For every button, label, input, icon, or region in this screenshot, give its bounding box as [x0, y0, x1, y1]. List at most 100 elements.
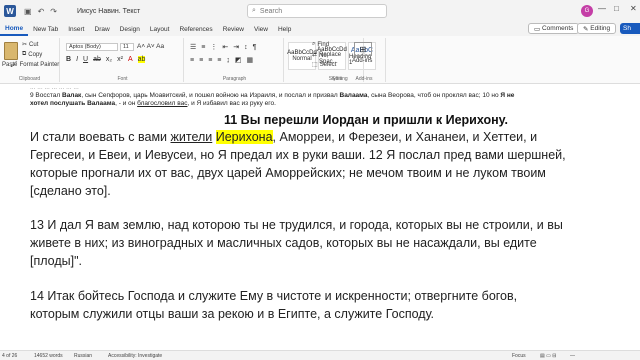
borders-icon[interactable]: ▦ — [247, 56, 254, 64]
ribbon: Paste ✂ Cut ⧉ Copy 🖌 Format Painter Clipboa… — [0, 36, 640, 84]
paragraph-1-line-3: которые прогнали их от вас, двух царей А… — [30, 166, 546, 180]
search-placeholder: Search — [259, 7, 283, 15]
save-icon[interactable]: ▣ — [24, 7, 32, 16]
font-size-buttons[interactable]: A˄ A˅ Aa — [137, 43, 164, 50]
addins-group: ⊞ Add-ins Add-ins — [346, 38, 382, 82]
justify-icon[interactable]: ≡ — [217, 57, 221, 64]
superscript-icon[interactable]: x² — [117, 56, 123, 63]
paragraph-3-line-2: которым служили отцы ваши за рекою и в Е… — [30, 307, 435, 321]
tab-draw[interactable]: Draw — [90, 22, 115, 36]
align-right-icon[interactable]: ≡ — [208, 57, 212, 64]
undo-icon[interactable]: ↶ — [38, 7, 45, 16]
align-left-icon[interactable]: ≡ — [190, 57, 194, 64]
line-spacing-icon[interactable]: ↨ — [226, 57, 230, 64]
font-label: Font — [117, 76, 128, 82]
indent-decrease-icon[interactable]: ⇤ — [222, 43, 228, 51]
indent-increase-icon[interactable]: ⇥ — [233, 43, 239, 51]
copy-button[interactable]: ⧉ Copy — [22, 51, 42, 58]
subscript-icon[interactable]: x₂ — [106, 56, 112, 63]
strikethrough-icon[interactable]: ab — [93, 56, 101, 63]
tab-new[interactable]: New Tab — [28, 22, 63, 36]
shading-icon[interactable]: ◩ — [235, 56, 242, 64]
brush-icon: 🖌 — [10, 62, 18, 68]
accessibility-status[interactable]: Accessibility: Investigate — [108, 353, 162, 359]
view-mode-icons[interactable]: ▤ ▭ ⊟ — [540, 353, 556, 359]
paragraph-group: ☰ ≡ ⋮ ⇤ ⇥ ↕ ¶ ≡ ≡ ≡ ≡ ↨ ◩ ▦ Paragraph — [186, 38, 284, 82]
tab-review[interactable]: Review — [218, 22, 249, 36]
addins-button[interactable]: Add-ins — [352, 58, 372, 64]
verse-9-line-1: 9 Восстал Валак, сын Сепфоров, царь Моав… — [30, 92, 515, 99]
font-size-select[interactable]: 11 — [120, 43, 134, 51]
verse-11-heading: 11 Вы перешли Иордан и пришли к Иерихону… — [224, 113, 509, 127]
focus-button[interactable]: Focus — [512, 353, 526, 359]
tab-help[interactable]: Help — [273, 22, 296, 36]
paragraph-2-line-2: живете в них; из виноградных и масличных… — [30, 236, 537, 250]
redo-icon[interactable]: ↷ — [50, 7, 57, 16]
copy-icon: ⧉ — [22, 51, 27, 57]
avatar[interactable]: G — [581, 5, 593, 17]
zoom-slider[interactable]: — — [570, 353, 575, 359]
document-area[interactable]: ... ... ... ... ... ... ... 9 Восстал Ва… — [0, 84, 640, 350]
font-name-select[interactable]: Aptos (Body) — [66, 43, 118, 51]
close-button[interactable]: ✕ — [630, 4, 637, 13]
quick-access-toolbar: ▣ ↶ ↷ — [24, 7, 57, 16]
paragraph-3-line-1: 14 Итак бойтесь Господа и служите Ему в … — [30, 289, 518, 303]
search-input[interactable]: ⌕ Search — [247, 4, 387, 18]
pencil-icon: ✎ — [583, 25, 591, 33]
multilevel-icon[interactable]: ⋮ — [210, 43, 217, 51]
highlight-icon[interactable]: ab — [137, 56, 146, 63]
sort-icon[interactable]: ↕ — [244, 44, 248, 51]
editing-mode-button[interactable]: ✎ Editing — [577, 23, 617, 34]
align-buttons: ≡ ≡ ≡ ≡ ↨ ◩ ▦ — [190, 56, 254, 65]
share-button[interactable]: Sh — [620, 23, 640, 34]
select-icon: ⬚ — [312, 62, 318, 68]
replace-button[interactable]: ⇄ Replace — [312, 51, 341, 59]
tab-home[interactable]: Home — [0, 22, 29, 36]
font-format-buttons: B I U ab x₂ x² A ab — [66, 56, 146, 63]
tab-insert[interactable]: Insert — [63, 22, 89, 36]
cut-button[interactable]: ✂ Cut — [22, 41, 38, 49]
verse-9-line-2: хотел послушать Валаама, - и он благосло… — [30, 100, 276, 107]
paragraph-2-line-1: 13 И дал Я вам землю, над которою ты не … — [30, 218, 563, 232]
bold-icon[interactable]: B — [66, 56, 71, 63]
ribbon-tabs: Home New Tab Insert Draw Design Layout R… — [0, 22, 640, 36]
paragraph-label: Paragraph — [222, 76, 247, 82]
find-button[interactable]: ⌕ Find — [312, 41, 329, 48]
clipboard-group: Paste ✂ Cut ⧉ Copy 🖌 Format Painter Clipboa… — [0, 38, 60, 82]
word-count[interactable]: 14652 words — [34, 353, 63, 359]
status-bar: 4 of 26 14652 words Russian Accessibilit… — [0, 350, 640, 360]
minimize-button[interactable]: — — [598, 4, 606, 13]
addins-icon[interactable]: ⊞ — [354, 42, 372, 56]
tab-design[interactable]: Design — [115, 22, 145, 36]
document-title: Иисус Навин. Текст — [76, 7, 141, 15]
addins-label: Add-ins — [355, 76, 373, 82]
paragraph-2-line-3: [плоды]". — [30, 254, 83, 268]
replace-icon: ⇄ — [312, 52, 318, 58]
maximize-button[interactable]: □ — [614, 4, 619, 13]
numbering-icon[interactable]: ≡ — [201, 44, 205, 51]
language-indicator[interactable]: Russian — [74, 353, 92, 359]
page-count[interactable]: 4 of 26 — [2, 353, 17, 359]
paste-icon[interactable] — [4, 42, 18, 60]
tab-references[interactable]: References — [174, 22, 217, 36]
bullets-icon[interactable]: ☰ — [190, 43, 196, 51]
select-button[interactable]: ⬚ Select — [312, 61, 336, 69]
find-icon: ⌕ — [312, 41, 316, 47]
tab-layout[interactable]: Layout — [145, 22, 175, 36]
clipboard-label: Clipboard — [18, 76, 41, 82]
cut-line: ... ... ... ... ... ... ... — [30, 84, 79, 91]
word-logo-icon: W — [4, 5, 16, 17]
align-center-icon[interactable]: ≡ — [199, 57, 203, 64]
font-group: Aptos (Body) 11 A˄ A˅ Aa B I U ab x₂ x² … — [62, 38, 184, 82]
font-color-icon[interactable]: A — [128, 56, 133, 63]
list-buttons: ☰ ≡ ⋮ ⇤ ⇥ ↕ ¶ — [190, 43, 257, 52]
underline-icon[interactable]: U — [83, 56, 88, 63]
italic-icon[interactable]: I — [76, 56, 78, 63]
tab-view[interactable]: View — [249, 22, 273, 36]
pilcrow-icon[interactable]: ¶ — [253, 44, 257, 51]
format-painter-button[interactable]: 🖌 Format Painter — [10, 61, 59, 69]
paragraph-1-line-1: И стали воевать с вами жители Иерихона, … — [30, 130, 538, 144]
paragraph-1-line-2: Гергесеи, и Евеи, и Иевусеи, но Я предал… — [30, 148, 566, 162]
search-icon: ⌕ — [252, 7, 256, 14]
comments-button[interactable]: ▭ Comments — [528, 23, 580, 34]
